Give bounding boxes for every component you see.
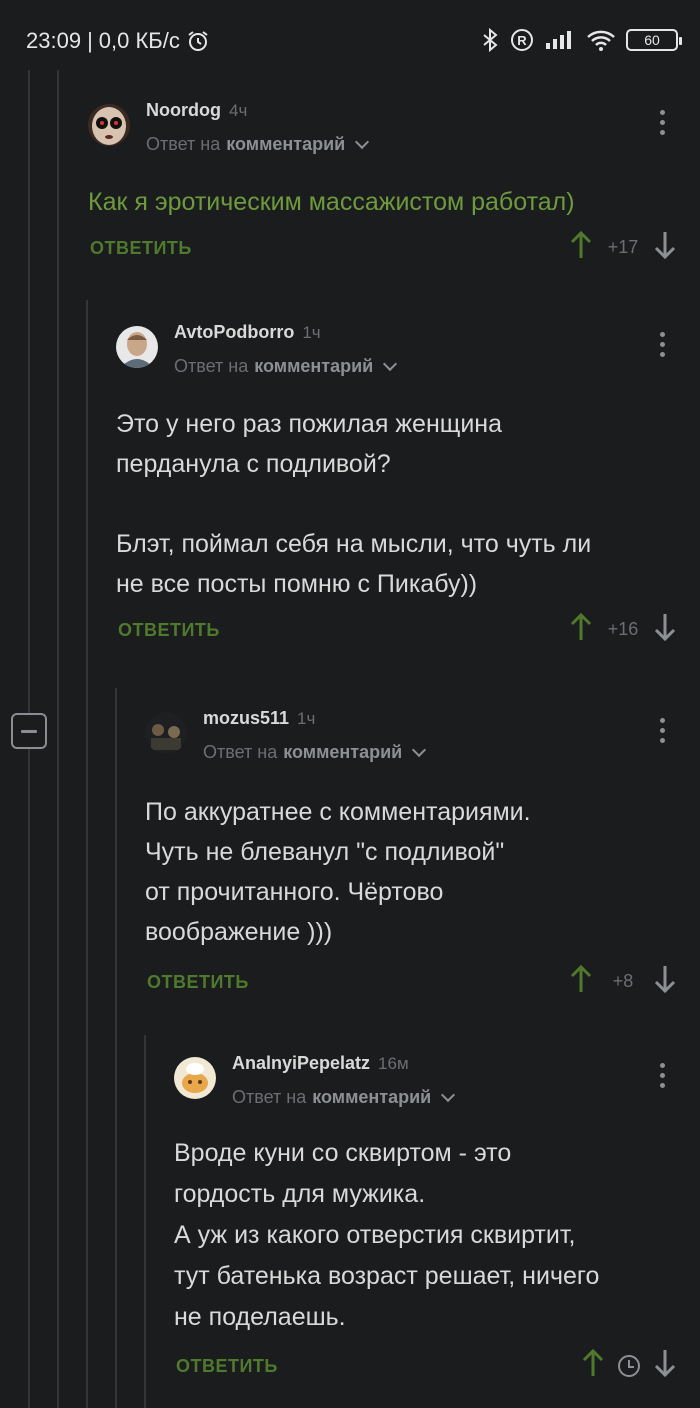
thread-line bbox=[115, 688, 117, 1408]
author-name[interactable]: AnalnyiPepelatz bbox=[232, 1053, 370, 1073]
comment: AvtoPodborro 1ч Ответ на комментарий Это у… bbox=[116, 322, 700, 660]
user-avatar[interactable] bbox=[88, 104, 130, 146]
registered-icon: R bbox=[510, 28, 534, 52]
status-time: 23:09 bbox=[26, 28, 82, 53]
comment-header: mozus511 1ч Ответ на комментарий bbox=[145, 708, 700, 788]
upvote-icon[interactable] bbox=[582, 1348, 604, 1383]
battery-level: 60 bbox=[644, 32, 660, 48]
reply-target[interactable]: комментарий bbox=[283, 742, 402, 763]
reply-button[interactable]: ОТВЕТИТЬ bbox=[90, 238, 192, 259]
comment-paragraph: Как я эротическим массажистом работал) bbox=[88, 188, 575, 216]
reply-prefix: Ответ на bbox=[174, 356, 249, 376]
thread-line bbox=[144, 1035, 146, 1408]
network-speed: 0,0 КБ/с bbox=[98, 28, 180, 53]
upvote-icon[interactable] bbox=[570, 964, 592, 999]
thread-line bbox=[57, 70, 59, 1408]
reply-button[interactable]: ОТВЕТИТЬ bbox=[176, 1356, 278, 1377]
user-avatar[interactable] bbox=[145, 712, 187, 754]
comment-author[interactable]: AnalnyiPepelatz 16м bbox=[232, 1053, 409, 1074]
upvote-icon[interactable] bbox=[570, 230, 592, 265]
chevron-down-icon[interactable] bbox=[441, 1087, 456, 1103]
user-avatar[interactable] bbox=[174, 1057, 216, 1099]
more-options-icon[interactable] bbox=[658, 718, 666, 743]
reply-button[interactable]: ОТВЕТИТЬ bbox=[118, 620, 220, 641]
author-name[interactable]: mozus511 bbox=[203, 708, 289, 728]
comment-text: Как я эротическим массажистом работал) bbox=[88, 182, 700, 222]
downvote-icon[interactable] bbox=[654, 230, 676, 265]
reply-to-link[interactable]: Ответ на комментарий bbox=[146, 134, 370, 155]
wifi-icon bbox=[586, 28, 616, 52]
upvote-icon[interactable] bbox=[570, 612, 592, 647]
comment-header: Noordog 4ч Ответ на комментарий bbox=[88, 100, 700, 180]
comment-header: AnalnyiPepelatz 16м Ответ на комментарий bbox=[174, 1053, 700, 1133]
chevron-down-icon[interactable] bbox=[355, 134, 370, 150]
reply-prefix: Ответ на bbox=[146, 134, 221, 154]
status-bar: 23:09 | 0,0 КБ/с R 60 bbox=[0, 0, 700, 70]
rating-count: +8 bbox=[612, 971, 634, 991]
comment-footer: ОТВЕТИТЬ +16 bbox=[116, 610, 700, 660]
comment-time: 1ч bbox=[297, 709, 316, 728]
rating-count: +17 bbox=[607, 237, 639, 257]
comment-header: AvtoPodborro 1ч Ответ на комментарий bbox=[116, 322, 700, 402]
chevron-down-icon[interactable] bbox=[383, 356, 398, 372]
comment-author[interactable]: Noordog 4ч bbox=[146, 100, 247, 121]
downvote-icon[interactable] bbox=[654, 1348, 676, 1383]
signal-icon bbox=[544, 29, 576, 51]
reply-target[interactable]: комментарий bbox=[312, 1087, 431, 1108]
comment-text: По аккуратнее с комментариями. Чуть не б… bbox=[145, 792, 700, 952]
battery-icon: 60 bbox=[626, 29, 682, 51]
comment-footer: ОТВЕТИТЬ +8 bbox=[145, 962, 700, 1012]
collapse-thread-button[interactable] bbox=[11, 713, 47, 749]
comment: Noordog 4ч Ответ на комментарий Как я эрот… bbox=[88, 100, 700, 278]
reply-target[interactable]: комментарий bbox=[254, 356, 373, 377]
reply-prefix: Ответ на bbox=[203, 742, 278, 762]
more-options-icon[interactable] bbox=[658, 110, 666, 135]
downvote-icon[interactable] bbox=[654, 612, 676, 647]
reply-target[interactable]: комментарий bbox=[226, 134, 345, 155]
alarm-icon bbox=[186, 29, 210, 53]
author-name[interactable]: AvtoPodborro bbox=[174, 322, 294, 342]
comment-footer: ОТВЕТИТЬ bbox=[174, 1346, 700, 1396]
comment-paragraph: По аккуратнее с комментариями. Чуть не б… bbox=[145, 798, 531, 946]
vote-controls: +16 bbox=[570, 612, 676, 647]
thread-line bbox=[86, 300, 88, 1408]
comment-footer: ОТВЕТИТЬ +17 bbox=[88, 228, 700, 278]
comment-author[interactable]: AvtoPodborro 1ч bbox=[174, 322, 321, 343]
bluetooth-icon bbox=[480, 28, 500, 52]
vote-controls bbox=[582, 1348, 676, 1383]
comment: AnalnyiPepelatz 16м Ответ на комментарий В… bbox=[174, 1053, 700, 1396]
more-options-icon[interactable] bbox=[658, 1063, 666, 1088]
downvote-icon[interactable] bbox=[654, 964, 676, 999]
vote-controls: +17 bbox=[570, 230, 676, 265]
reply-prefix: Ответ на bbox=[232, 1087, 307, 1107]
comment-paragraph: Это у него раз пожилая женщина перданула… bbox=[116, 410, 592, 598]
author-name[interactable]: Noordog bbox=[146, 100, 221, 120]
status-left: 23:09 | 0,0 КБ/с bbox=[26, 28, 210, 54]
reply-to-link[interactable]: Ответ на комментарий bbox=[232, 1087, 456, 1108]
status-separator: | bbox=[87, 28, 93, 53]
comment-paragraph: Вроде куни со сквиртом - это гордость дл… bbox=[174, 1139, 600, 1331]
comment-time: 4ч bbox=[228, 101, 248, 120]
reply-button[interactable]: ОТВЕТИТЬ bbox=[147, 972, 249, 993]
user-avatar[interactable] bbox=[116, 326, 158, 368]
comment-text: Это у него раз пожилая женщина перданула… bbox=[116, 404, 700, 604]
reply-to-link[interactable]: Ответ на комментарий bbox=[203, 742, 427, 763]
more-options-icon[interactable] bbox=[658, 332, 666, 357]
chevron-down-icon[interactable] bbox=[412, 742, 427, 758]
comment: mozus511 1ч Ответ на комментарий По аккура… bbox=[145, 708, 700, 1012]
status-right: R 60 bbox=[480, 28, 682, 52]
vote-controls: +8 bbox=[570, 964, 676, 999]
comment-time: 1ч bbox=[302, 323, 321, 342]
comment-author[interactable]: mozus511 1ч bbox=[203, 708, 315, 729]
comment-time: 16м bbox=[378, 1054, 409, 1073]
clock-icon bbox=[618, 1354, 640, 1377]
comment-text: Вроде куни со сквиртом - это гордость дл… bbox=[174, 1133, 700, 1338]
svg-text:R: R bbox=[517, 33, 527, 48]
rating-count: +16 bbox=[607, 619, 639, 639]
reply-to-link[interactable]: Ответ на комментарий bbox=[174, 356, 398, 377]
